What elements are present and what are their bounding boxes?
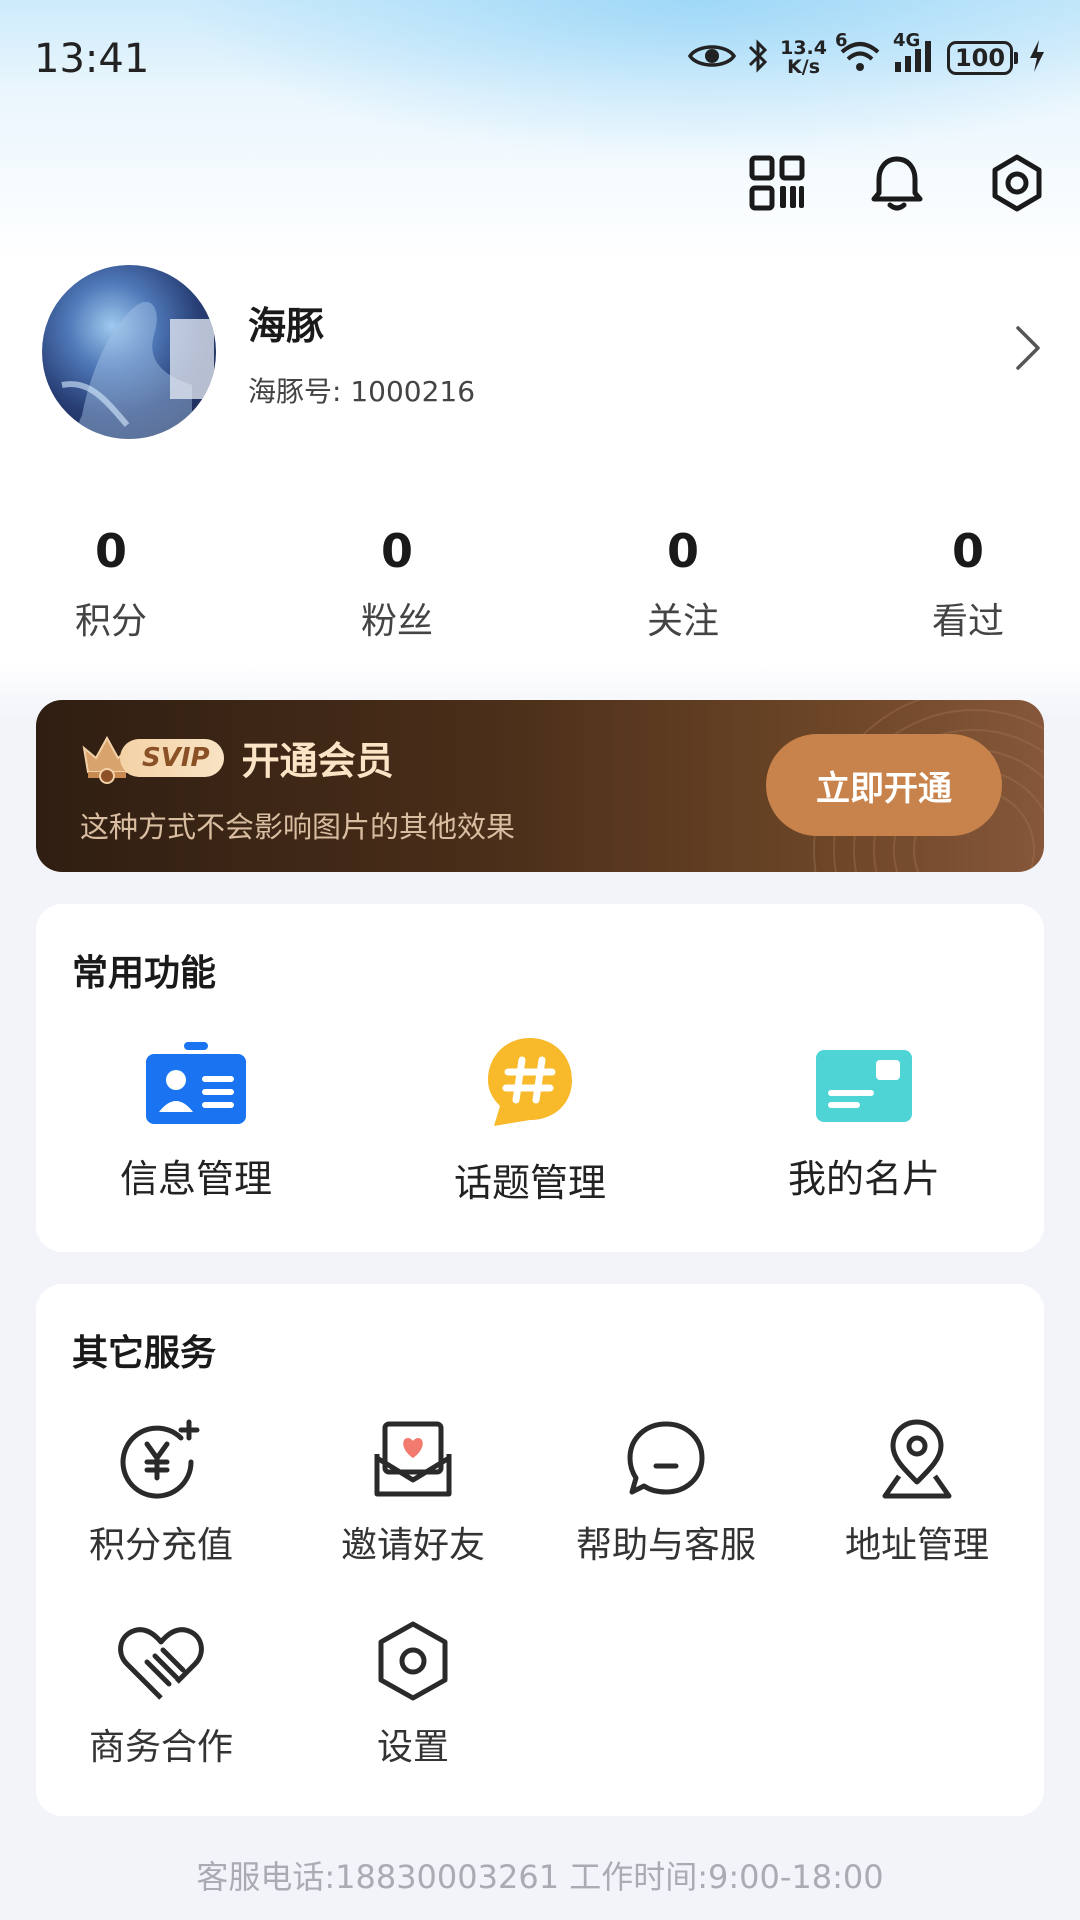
service-label: 邀请好友 xyxy=(340,1525,485,1566)
wifi-badge: 6 xyxy=(835,30,848,51)
footer-contact: 客服电话:18830003261 工作时间:9:00-18:00 xyxy=(196,1858,884,1896)
avatar[interactable] xyxy=(42,265,216,439)
common-tools-title: 常用功能 xyxy=(72,953,217,994)
stat-label: 积分 xyxy=(74,601,147,642)
service-help-support[interactable]: 帮助与客服 xyxy=(556,1418,776,1568)
service-settings[interactable]: 设置 xyxy=(308,1620,518,1770)
svip-label: SVIP xyxy=(120,738,224,777)
location-pin-icon xyxy=(812,1418,1022,1502)
settings-icon[interactable] xyxy=(984,150,1050,216)
svip-badge: SVIP xyxy=(80,732,224,784)
eye-icon xyxy=(688,41,737,75)
stat-value: 0 xyxy=(94,524,127,578)
chevron-right-icon[interactable] xyxy=(1014,324,1042,376)
service-label: 地址管理 xyxy=(844,1525,989,1566)
service-points-recharge[interactable]: 积分充值 xyxy=(56,1418,266,1568)
status-time: 13:41 xyxy=(34,36,150,82)
stat-points[interactable]: 0 积分 xyxy=(31,520,191,644)
heart-envelope-icon xyxy=(308,1418,518,1502)
username: 海豚 xyxy=(248,303,325,348)
network-speed: 13.4 K/s xyxy=(780,39,827,77)
signal-icon: 4G xyxy=(893,30,937,78)
stat-value: 0 xyxy=(380,524,413,578)
wifi-icon: 6 xyxy=(835,30,883,78)
tool-label: 我的名片 xyxy=(787,1157,940,1201)
service-label: 帮助与客服 xyxy=(575,1525,756,1566)
other-services-card: 其它服务 积分充值 邀请好友 帮助与客服 地址管理 商务合作 设置 xyxy=(36,1284,1044,1816)
network-type: 4G xyxy=(893,30,921,51)
stat-following[interactable]: 0 关注 xyxy=(603,520,763,644)
header-actions xyxy=(744,150,1050,216)
tool-label: 信息管理 xyxy=(119,1157,272,1201)
vip-title: 开通会员 xyxy=(241,739,394,783)
stat-label: 关注 xyxy=(646,601,719,642)
tool-label: 话题管理 xyxy=(453,1161,606,1205)
user-id: 海豚号: 1000216 xyxy=(248,374,476,408)
profile-text: 海豚 海豚号: 1000216 xyxy=(248,295,475,410)
yuan-plus-icon xyxy=(56,1418,266,1502)
stat-value: 0 xyxy=(666,524,699,578)
battery-icon: 100 xyxy=(947,41,1018,75)
status-icons: 13.4 K/s 6 4G 100 xyxy=(688,30,1046,82)
profile-card[interactable]: 海豚 海豚号: 1000216 xyxy=(42,264,1042,440)
qrcode-icon[interactable] xyxy=(744,150,810,216)
tool-topic-management[interactable]: 话题管理 xyxy=(410,1038,650,1207)
stat-fans[interactable]: 0 粉丝 xyxy=(317,520,477,644)
stat-label: 粉丝 xyxy=(360,601,433,642)
status-bar: 13:41 13.4 K/s 6 4G 100 xyxy=(0,0,1080,118)
service-label: 商务合作 xyxy=(88,1727,233,1768)
business-card-icon xyxy=(744,1042,984,1126)
vip-subtitle: 这种方式不会影响图片的其他效果 xyxy=(80,810,516,844)
battery-level: 100 xyxy=(947,41,1013,75)
service-invite-friends[interactable]: 邀请好友 xyxy=(308,1418,518,1568)
stat-label: 看过 xyxy=(931,601,1004,642)
stat-value: 0 xyxy=(951,524,984,578)
chat-bubble-icon xyxy=(556,1418,776,1502)
network-speed-unit: K/s xyxy=(787,56,821,78)
common-tools-card: 常用功能 信息管理 话题管理 我的名片 xyxy=(36,904,1044,1252)
charging-icon xyxy=(1028,39,1046,77)
battery-cap xyxy=(1014,52,1018,64)
tool-my-card[interactable]: 我的名片 xyxy=(744,1042,984,1203)
bell-icon[interactable] xyxy=(864,150,930,216)
vip-banner[interactable]: SVIP 开通会员 这种方式不会影响图片的其他效果 立即开通 xyxy=(36,700,1044,872)
service-business-cooperation[interactable]: 商务合作 xyxy=(56,1620,266,1770)
hashtag-icon xyxy=(410,1038,650,1130)
bluetooth-icon xyxy=(746,37,770,79)
stat-viewed[interactable]: 0 看过 xyxy=(888,520,1048,644)
vip-title-row: SVIP 开通会员 xyxy=(80,730,394,785)
service-label: 积分充值 xyxy=(88,1525,233,1566)
handshake-heart-icon xyxy=(56,1620,266,1704)
tool-info-management[interactable]: 信息管理 xyxy=(76,1042,316,1203)
settings-hexagon-icon xyxy=(308,1620,518,1704)
stats-row: 0 积分 0 粉丝 0 关注 0 看过 xyxy=(0,520,1080,650)
service-address-management[interactable]: 地址管理 xyxy=(812,1418,1022,1568)
id-card-icon xyxy=(76,1042,316,1126)
other-services-title: 其它服务 xyxy=(72,1333,217,1374)
service-label: 设置 xyxy=(376,1727,449,1768)
vip-open-button[interactable]: 立即开通 xyxy=(766,734,1002,836)
